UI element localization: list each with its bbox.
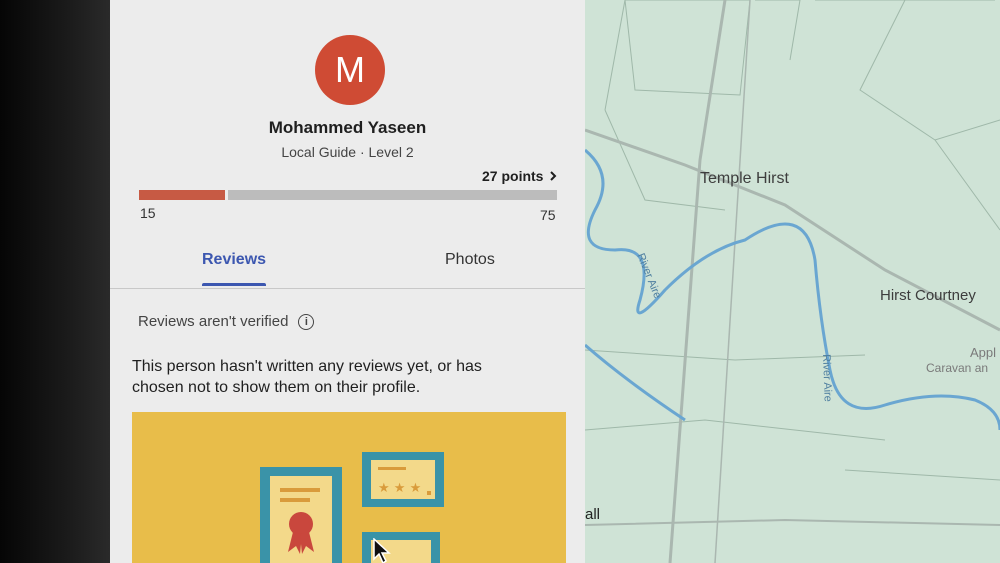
points-label: 27 points [482,168,544,184]
map-label-temple-hirst[interactable]: Temple Hirst [700,170,789,188]
avatar[interactable]: M [315,35,385,105]
svg-text:★ ★ ★: ★ ★ ★ [378,481,421,496]
local-guide-level: Local Guide · Level 2 [281,144,414,160]
profile-name: Mohammed Yaseen [268,118,427,137]
mouse-cursor-icon [373,538,391,563]
tab-reviews[interactable]: Reviews [202,251,266,269]
profile-tabs: Reviews Photos [110,240,585,289]
progress-track [228,190,557,200]
progress-fill [139,190,225,200]
empty-reviews-message: This person hasn't written any reviews y… [132,358,482,396]
progress-min-label: 15 [140,205,156,221]
tab-photos[interactable]: Photos [445,251,495,269]
points-link[interactable]: 27 points [482,168,557,184]
screen-bezel [0,0,110,563]
chevron-right-icon [549,168,557,184]
info-icon[interactable]: i [298,313,315,330]
river-label: River Aire [820,353,834,403]
empty-state-illustration: ★ ★ ★ [132,412,566,563]
reviews-verified-notice: Reviews aren't verified i [138,313,315,330]
map-label-hirst-courtney[interactable]: Hirst Courtney [880,287,976,304]
verified-notice-text: Reviews aren't verified [138,313,289,330]
map-label-appl[interactable]: Appl [970,345,996,360]
map-view[interactable]: Temple Hirst Hirst Courtney Appl Caravan… [585,0,1000,563]
map-label-caravan[interactable]: Caravan an [926,361,988,375]
progress-max-label: 75 [540,207,556,223]
profile-panel: M Mohammed Yaseen Local Guide · Level 2 … [110,0,585,563]
active-tab-indicator [202,283,266,286]
map-label-partial[interactable]: all [585,506,600,523]
